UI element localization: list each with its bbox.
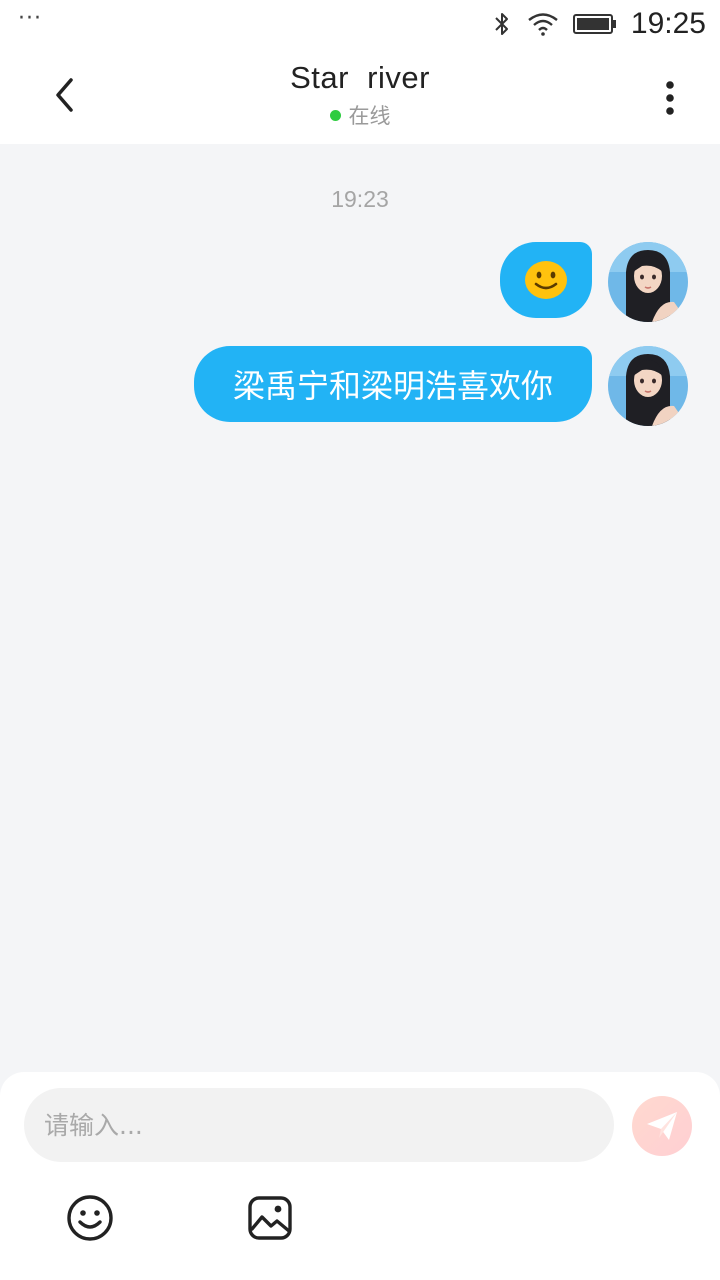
more-options-button[interactable] <box>646 74 694 122</box>
back-button[interactable] <box>40 70 90 120</box>
chat-header: Star river 在线 <box>0 48 720 144</box>
status-indicators: 19:25 <box>491 6 706 42</box>
status-time: 19:25 <box>630 7 706 40</box>
send-button[interactable] <box>632 1096 692 1156</box>
more-vertical-icon <box>666 81 674 115</box>
image-button[interactable] <box>242 1190 298 1246</box>
bluetooth-icon <box>491 11 513 37</box>
message-row: 梁禹宁和梁明浩喜欢你 <box>194 346 688 426</box>
online-dot-icon <box>329 109 341 121</box>
smiley-emoji-icon <box>525 261 567 299</box>
presence-label: 在线 <box>348 104 391 128</box>
message-input[interactable] <box>24 1088 614 1162</box>
message-bubble-text[interactable]: 梁禹宁和梁明浩喜欢你 <box>194 346 592 422</box>
title-block: Star river 在线 <box>160 60 560 130</box>
message-composer <box>0 1072 720 1280</box>
message-list[interactable]: 19:23 梁禹宁和梁明浩喜欢你 <box>0 144 720 1072</box>
emoji-button[interactable] <box>62 1190 118 1246</box>
back-arrow-icon <box>56 78 73 112</box>
chat-title: Star river <box>290 60 430 95</box>
message-row <box>500 242 688 322</box>
presence-status: 在线 <box>160 100 560 130</box>
avatar[interactable] <box>608 346 688 426</box>
avatar[interactable] <box>608 242 688 322</box>
status-bar: ··· 19:25 <box>0 0 720 48</box>
emoji-icon <box>67 1195 113 1241</box>
image-icon <box>248 1196 292 1240</box>
battery-icon <box>572 13 617 35</box>
wifi-icon <box>527 12 559 36</box>
send-icon <box>647 1112 677 1140</box>
message-bubble-emoji[interactable] <box>500 242 592 318</box>
message-timestamp: 19:23 <box>331 186 389 212</box>
status-overflow-dots: ··· <box>18 6 42 31</box>
